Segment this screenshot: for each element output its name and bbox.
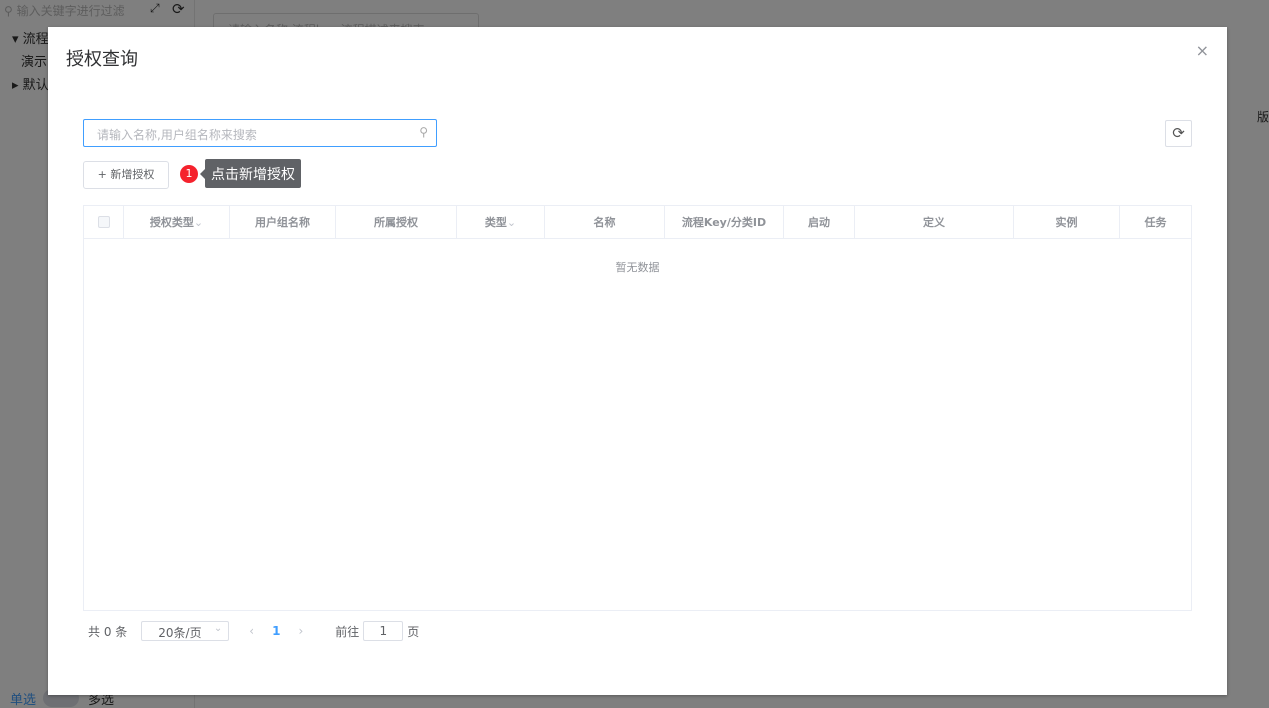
page-suffix: 页 [407,624,420,639]
dialog-title: 授权查询 [66,49,138,70]
search-input[interactable]: 请输入名称,用户组名称来搜索 ⚲ [83,119,437,147]
col-task: 任务 [1144,216,1167,229]
select-all-cell [84,206,124,238]
col-belong-auth: 所属授权 [336,206,457,238]
col-start: 启动 [784,206,855,238]
goto-label: 前往 [335,624,360,639]
refresh-icon: ⟳ [1172,124,1185,142]
empty-text: 暂无数据 [615,261,660,274]
page-size-select[interactable]: 20条/页 ⌄ [141,621,230,641]
col-instance: 实例 [1014,206,1120,238]
guide-tooltip: 点击新增授权 [200,159,301,188]
prev-page-icon[interactable]: ‹ [249,624,254,638]
add-auth-button[interactable]: + 新增授权 [83,161,169,189]
search-icon[interactable]: ⚲ [419,125,428,139]
auth-table: 授权类型 ⌄ 用户组名称 所属授权 类型 ⌄ 名称 流程Key/分类ID 启动 定义… [83,205,1192,611]
chevron-down-icon: ⌄ [193,215,204,229]
refresh-button[interactable]: ⟳ [1165,120,1192,147]
goto-page-input[interactable]: 1 [363,621,404,641]
col-process-key: 流程Key/分类ID [665,206,784,238]
col-type[interactable]: 类型 ⌄ [457,206,545,238]
total-count: 共 0 条 [88,624,128,639]
step-badge: 1 [180,165,198,183]
next-page-icon[interactable]: › [298,624,303,638]
col-group-name: 用户组名称 [230,206,336,238]
pagination: 共 0 条 20条/页 ⌄ ‹ 1 › 前往 1 页 [88,621,419,641]
page-number[interactable]: 1 [272,624,280,638]
col-definition: 定义 [855,206,1014,238]
search-placeholder: 请输入名称,用户组名称来搜索 [97,128,257,142]
chevron-down-icon: ⌄ [506,215,517,229]
col-name: 名称 [545,206,665,238]
close-icon[interactable]: × [1196,41,1209,60]
table-header: 授权类型 ⌄ 用户组名称 所属授权 类型 ⌄ 名称 流程Key/分类ID 启动 定义… [84,206,1191,239]
auth-query-dialog: 授权查询 × 请输入名称,用户组名称来搜索 ⚲ ⟳ + 新增授权 1 点击新增授权… [48,27,1227,695]
col-auth-type[interactable]: 授权类型 ⌄ [124,206,230,238]
chevron-down-icon: ⌄ [213,623,223,634]
select-all-checkbox[interactable] [97,216,110,228]
